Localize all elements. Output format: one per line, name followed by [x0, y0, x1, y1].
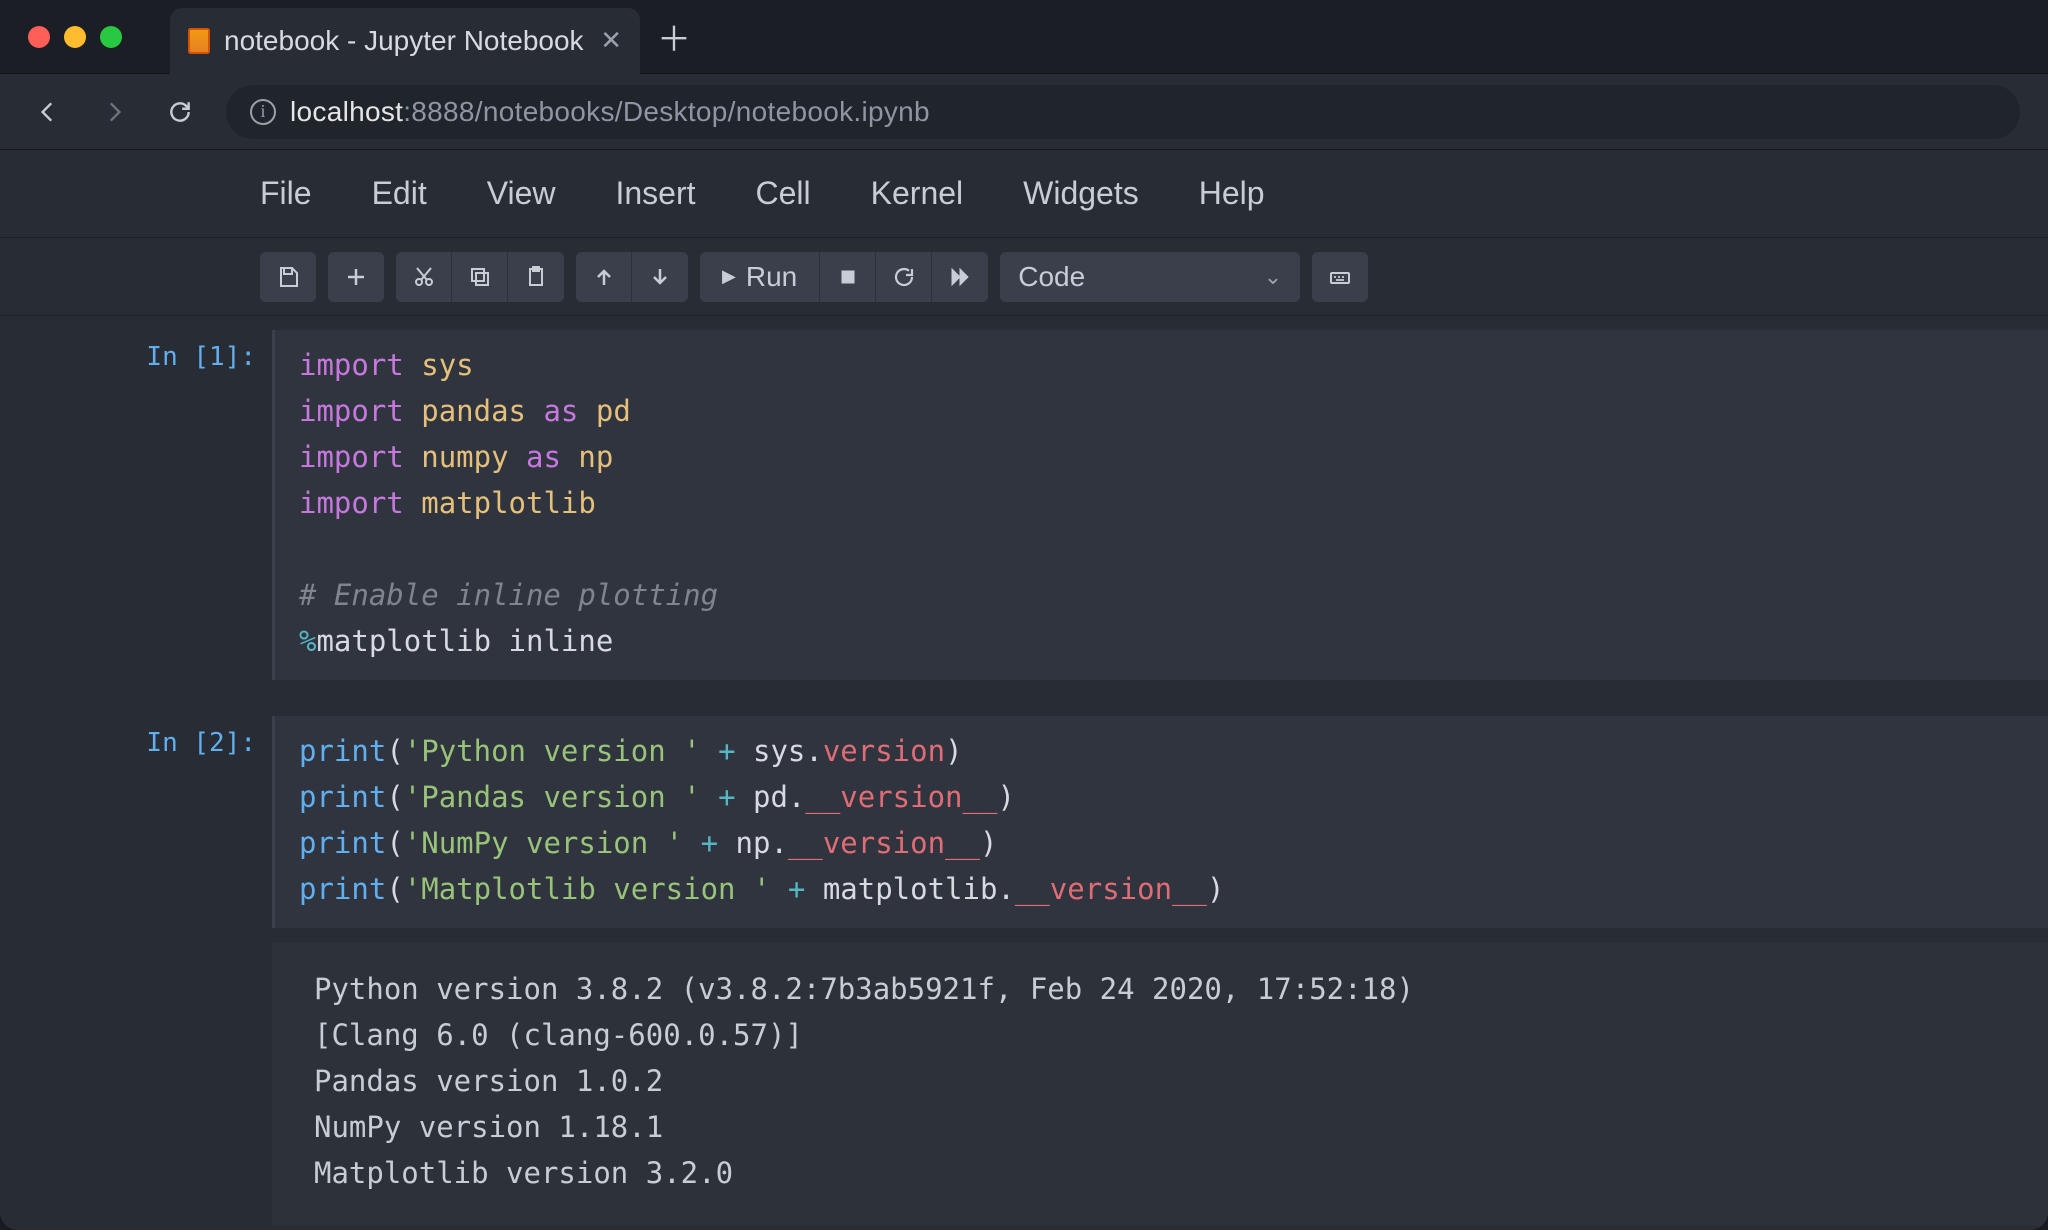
cells-container: In [1]: import sys import pandas as pd i… [0, 316, 2048, 1226]
menu-insert[interactable]: Insert [615, 175, 695, 212]
url-path: :8888/notebooks/Desktop/notebook.ipynb [403, 96, 930, 127]
menubar: File Edit View Insert Cell Kernel Widget… [0, 150, 2048, 238]
menu-edit[interactable]: Edit [372, 175, 427, 212]
play-icon: ▶ [722, 266, 736, 287]
new-tab-button[interactable]: ＋ [654, 17, 694, 57]
input-prompt: In [1]: [0, 330, 272, 680]
command-palette-button[interactable] [1312, 252, 1368, 302]
restart-run-all-button[interactable] [932, 252, 988, 302]
navbar: i localhost:8888/notebooks/Desktop/noteb… [0, 74, 2048, 150]
output-prompt [0, 942, 272, 1226]
code-content[interactable]: print('Python version ' + sys.version) p… [299, 728, 2024, 912]
cell-body[interactable]: print('Python version ' + sys.version) p… [272, 716, 2048, 928]
toolbar: ▶ Run Code ⌄ [0, 238, 2048, 316]
tab-title: notebook - Jupyter Notebook [224, 25, 584, 57]
close-tab-icon[interactable]: ✕ [600, 25, 622, 56]
url-text: localhost:8888/notebooks/Desktop/noteboo… [290, 96, 930, 128]
cell-type-select[interactable]: Code ⌄ [1000, 252, 1300, 302]
save-button[interactable] [260, 252, 316, 302]
titlebar: notebook - Jupyter Notebook ✕ ＋ [0, 0, 2048, 74]
code-content[interactable]: import sys import pandas as pd import nu… [299, 342, 2024, 664]
code-cell[interactable]: In [1]: import sys import pandas as pd i… [0, 316, 2048, 694]
reload-button[interactable] [160, 92, 200, 132]
paste-button[interactable] [508, 252, 564, 302]
cell-body[interactable]: import sys import pandas as pd import nu… [272, 330, 2048, 680]
input-prompt: In [2]: [0, 716, 272, 928]
notebook-favicon-icon [188, 28, 210, 54]
run-button[interactable]: ▶ Run [700, 252, 820, 302]
move-up-button[interactable] [576, 252, 632, 302]
notebook-area: File Edit View Insert Cell Kernel Widget… [0, 150, 2048, 1230]
chevron-down-icon: ⌄ [1264, 264, 1282, 290]
cut-button[interactable] [396, 252, 452, 302]
browser-tab[interactable]: notebook - Jupyter Notebook ✕ [170, 8, 640, 74]
back-button[interactable] [28, 92, 68, 132]
window-controls [28, 26, 122, 48]
browser-window: notebook - Jupyter Notebook ✕ ＋ i localh… [0, 0, 2048, 1230]
url-host: localhost [290, 96, 403, 127]
minimize-window-button[interactable] [64, 26, 86, 48]
restart-button[interactable] [876, 252, 932, 302]
forward-button[interactable] [94, 92, 134, 132]
menu-kernel[interactable]: Kernel [871, 175, 964, 212]
site-info-icon[interactable]: i [250, 99, 276, 125]
output-cell: Python version 3.8.2 (v3.8.2:7b3ab5921f,… [0, 942, 2048, 1226]
close-window-button[interactable] [28, 26, 50, 48]
add-cell-button[interactable] [328, 252, 384, 302]
menu-widgets[interactable]: Widgets [1023, 175, 1139, 212]
cell-type-value: Code [1018, 261, 1085, 293]
menu-help[interactable]: Help [1199, 175, 1265, 212]
copy-button[interactable] [452, 252, 508, 302]
menu-view[interactable]: View [487, 175, 556, 212]
code-cell[interactable]: In [2]: print('Python version ' + sys.ve… [0, 702, 2048, 942]
maximize-window-button[interactable] [100, 26, 122, 48]
move-down-button[interactable] [632, 252, 688, 302]
menu-file[interactable]: File [260, 175, 312, 212]
cell-output: Python version 3.8.2 (v3.8.2:7b3ab5921f,… [272, 942, 2048, 1226]
interrupt-button[interactable] [820, 252, 876, 302]
run-label: Run [746, 261, 797, 293]
menu-cell[interactable]: Cell [756, 175, 811, 212]
url-bar[interactable]: i localhost:8888/notebooks/Desktop/noteb… [226, 85, 2020, 139]
